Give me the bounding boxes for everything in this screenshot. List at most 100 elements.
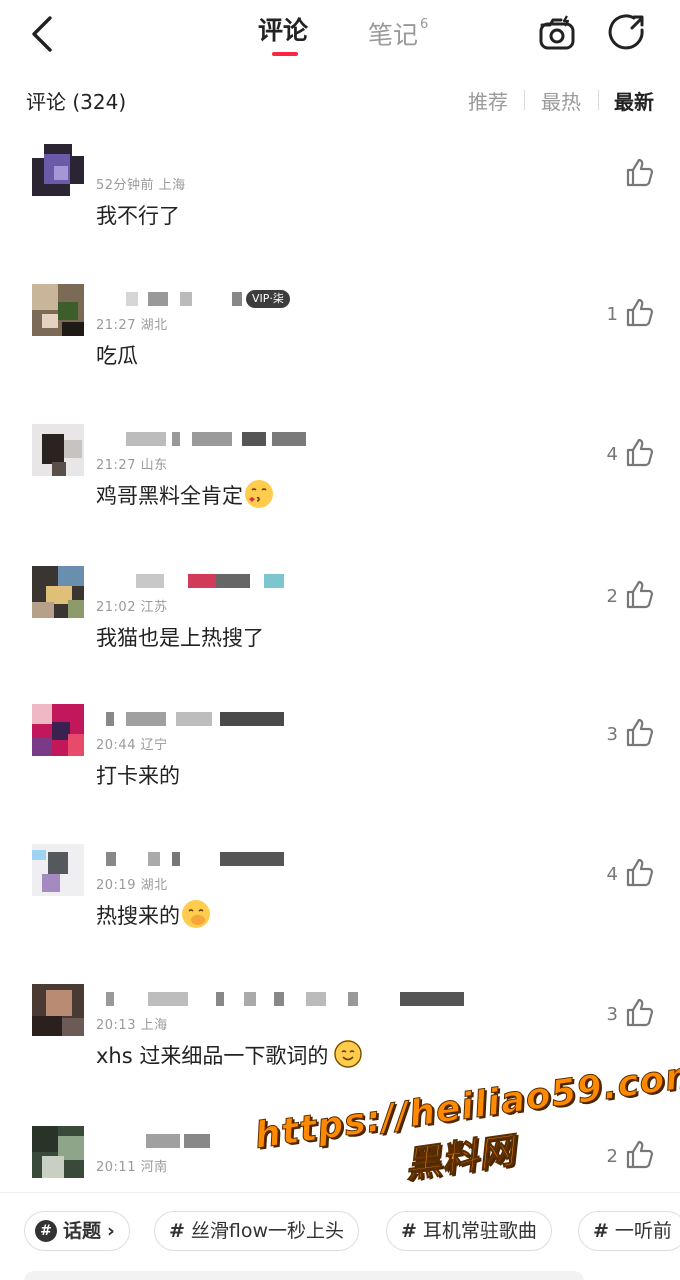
username-blurred[interactable] [96,1134,316,1150]
thumbs-up-icon [626,718,654,747]
topic-chip-label: 耳机常驻歌曲 [422,1220,537,1242]
top-nav-bar: 评论 笔记 6 [0,0,680,68]
avatar[interactable] [32,704,84,756]
topic-chip-label: 一听前 [614,1220,672,1242]
like-count: 4 [606,864,618,885]
like-count: 3 [606,1004,618,1025]
like-button[interactable] [624,856,656,888]
comment-text[interactable]: 打卡来的 [96,760,180,790]
username-blurred[interactable] [96,432,316,448]
hashtag-icon: # [35,1220,57,1242]
comment-item: 20:19 湖北 热搜来的 4 [0,844,680,984]
comment-meta: 21:27 山东 [96,458,168,473]
camera-button[interactable] [536,12,578,54]
share-icon [608,14,644,50]
like-count: 2 [606,586,618,607]
comments-page: 评论 笔记 6 评论 (324) 推荐 最热 最新 52分钟前 上海 我不行了 … [0,0,680,1280]
comment-meta: 21:02 江苏 [96,600,168,615]
tab-notes[interactable]: 笔记 6 [368,14,428,52]
topic-bar: # 话题 › # 丝滑flow一秒上头 # 耳机常驻歌曲 # 一听前 [0,1192,680,1280]
avatar[interactable] [32,844,84,896]
active-tab-indicator [272,52,298,56]
like-button[interactable] [624,578,656,610]
like-button[interactable] [624,296,656,328]
comment-text[interactable]: 我猫也是上热搜了 [96,622,264,652]
back-arrow-icon [32,16,52,52]
comment-count: 评论 (324) [26,90,127,114]
username-blurred[interactable] [96,852,316,868]
sort-recommended[interactable]: 推荐 [468,86,508,115]
thumbs-up-icon [626,438,654,467]
topic-chip[interactable]: # 耳机常驻歌曲 [386,1211,552,1251]
comment-meta: 20:13 上海 [96,1018,168,1033]
comment-meta: 20:44 辽宁 [96,738,168,753]
comment-text[interactable]: 热搜来的 [96,900,210,930]
camera-icon [539,15,575,50]
like-count: 4 [606,444,618,465]
avatar[interactable] [32,984,84,1036]
sort-hottest[interactable]: 最热 [541,86,581,115]
sort-divider [524,90,525,110]
like-button[interactable] [624,1138,656,1170]
avatar[interactable] [32,144,84,196]
thumbs-up-icon [626,858,654,887]
thumbs-up-icon [626,298,654,327]
comment-text[interactable]: 鸡哥黑料全肯定 [96,480,273,510]
comment-item: 20:13 上海 xhs 过来细品一下歌词的 3 [0,984,680,1124]
like-button[interactable] [624,436,656,468]
avatar[interactable] [32,284,84,336]
topic-chip[interactable]: # 一听前 [578,1211,680,1251]
username-blurred[interactable] [96,992,464,1008]
like-button[interactable] [624,716,656,748]
comment-meta: 20:19 湖北 [96,878,168,893]
comment-item: 21:02 江苏 我猫也是上热搜了 2 [0,566,680,706]
topic-chip-label: 丝滑flow一秒上头 [190,1220,345,1242]
thumbs-up-icon [626,998,654,1027]
hashtag-icon: # [593,1220,609,1242]
topic-chip[interactable]: # 丝滑flow一秒上头 [154,1211,360,1251]
username-blurred[interactable] [96,574,316,590]
comment-item: 52分钟前 上海 我不行了 [0,144,680,284]
comment-item: VIP·柒 21:27 湖北 吃瓜 1 [0,284,680,424]
like-button[interactable] [624,156,656,188]
comment-text[interactable]: 吃瓜 [96,340,138,370]
avatar[interactable] [32,566,84,618]
comment-text[interactable]: 我不行了 [96,200,180,230]
tab-comments[interactable]: 评论 [258,14,308,48]
comment-text[interactable]: xhs 过来细品一下歌词的 [96,1040,363,1070]
comment-meta: 21:27 湖北 [96,318,168,333]
sort-divider [598,90,599,110]
comment-item: 20:11 河南 2 [0,1126,680,1192]
thumbs-up-icon [626,1140,654,1169]
comment-meta: 52分钟前 上海 [96,178,186,193]
avatar[interactable] [32,1126,84,1178]
like-count: 1 [606,304,618,325]
thumbs-up-icon [626,158,654,187]
comment-text-content: 热搜来的 [96,904,180,928]
sort-newest[interactable]: 最新 [614,86,654,115]
like-button[interactable] [624,996,656,1028]
chevron-right-icon: › [107,1220,115,1242]
back-button[interactable] [24,12,64,56]
tab-notes-badge: 6 [420,17,429,32]
topic-button[interactable]: # 话题 › [24,1211,130,1251]
share-button[interactable] [606,12,648,54]
smiling-face-emoji [334,1040,363,1068]
like-count: 2 [606,1146,618,1167]
username-blurred[interactable] [96,712,316,728]
vip-badge: VIP·柒 [246,290,290,308]
avatar[interactable] [32,424,84,476]
comment-header: 评论 (324) 推荐 最热 最新 [0,80,680,120]
comment-item: 20:44 辽宁 打卡来的 3 [0,704,680,844]
comment-item: 21:27 山东 鸡哥黑料全肯定 4 [0,424,680,564]
hand-over-mouth-emoji [182,900,210,928]
comment-input[interactable] [24,1271,584,1280]
hashtag-icon: # [169,1220,185,1242]
thumbs-up-icon [626,580,654,609]
comment-text-content: xhs 过来细品一下歌词的 [96,1044,329,1068]
like-count: 3 [606,724,618,745]
comment-text-content: 鸡哥黑料全肯定 [96,484,243,508]
hashtag-icon: # [401,1220,417,1242]
tab-notes-label: 笔记 [368,20,419,50]
comment-meta: 20:11 河南 [96,1160,168,1175]
